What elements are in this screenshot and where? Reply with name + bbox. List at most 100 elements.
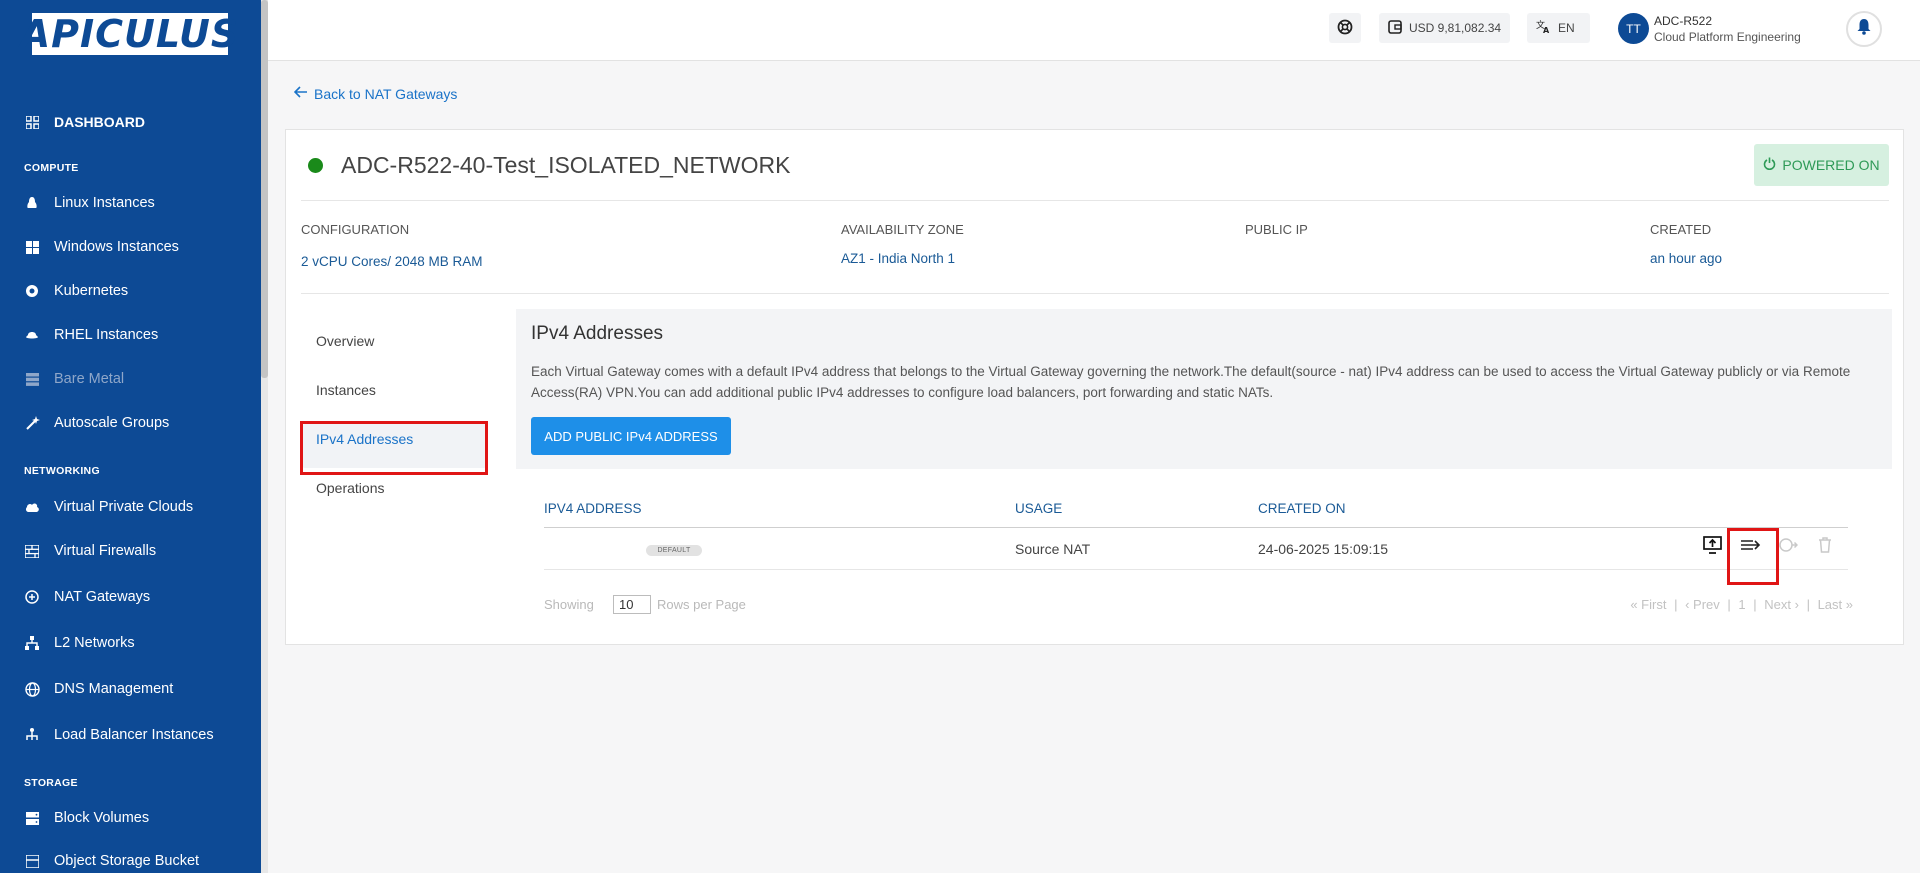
firewall-icon xyxy=(24,543,40,559)
divider xyxy=(301,200,1889,201)
wallet-icon xyxy=(1388,19,1402,37)
rows-per-page-input[interactable] xyxy=(613,595,651,614)
sidebar-item-label: Virtual Firewalls xyxy=(54,543,157,559)
section-compute: COMPUTE xyxy=(24,162,79,174)
wallet-balance-button[interactable]: USD 9,81,082.34 xyxy=(1379,13,1511,43)
sidebar-item-rhel-instances[interactable]: RHEL Instances xyxy=(24,327,158,343)
storage-icon xyxy=(24,810,40,826)
column-header-ipv4-address[interactable]: IPV4 ADDRESS xyxy=(544,501,642,516)
magic-wand-icon xyxy=(24,415,40,431)
section-storage: STORAGE xyxy=(24,777,78,789)
bucket-icon xyxy=(24,853,40,869)
rows-per-page-label: Rows per Page xyxy=(657,597,746,612)
linux-icon xyxy=(24,195,40,211)
table-header-divider xyxy=(544,527,1848,528)
rhel-icon xyxy=(24,327,40,343)
support-button[interactable] xyxy=(1329,13,1361,43)
availability-zone-value: AZ1 - India North 1 xyxy=(841,251,956,266)
sidebar-item-virtual-firewalls[interactable]: Virtual Firewalls xyxy=(24,543,156,559)
nat-icon xyxy=(24,589,40,605)
user-name[interactable]: ADC-R522 xyxy=(1654,14,1712,28)
logo-text: APICULUS xyxy=(20,12,240,56)
sidebar-item-label: Kubernetes xyxy=(54,283,129,299)
divider xyxy=(301,293,1889,294)
back-to-nat-gateways-link[interactable]: Back to NAT Gateways xyxy=(293,85,457,102)
sidebar-item-nat-gateways[interactable]: NAT Gateways xyxy=(24,589,150,605)
sidebar-item-label: Block Volumes xyxy=(54,810,150,826)
sidebar-scrollbar[interactable] xyxy=(261,0,268,873)
scrollbar-thumb[interactable] xyxy=(261,0,268,378)
next-page-button[interactable]: Next › xyxy=(1764,597,1799,612)
sidebar-item-kubernetes[interactable]: Kubernetes xyxy=(24,283,128,299)
panel-description: Each Virtual Gateway comes with a defaul… xyxy=(531,364,1851,400)
user-avatar[interactable]: TT xyxy=(1618,13,1649,44)
created-label: CREATED xyxy=(1650,222,1712,237)
current-page[interactable]: 1 xyxy=(1738,597,1745,612)
apiculus-logo[interactable]: APICULUS xyxy=(21,13,238,55)
circle-arrow-icon xyxy=(1778,537,1799,558)
configuration-label: CONFIGURATION xyxy=(301,222,410,237)
sidebar-item-object-storage-bucket[interactable]: Object Storage Bucket xyxy=(24,853,199,869)
delete-button[interactable] xyxy=(1813,535,1837,559)
sidebar-item-autoscale-groups[interactable]: Autoscale Groups xyxy=(24,415,169,431)
sidebar-item-bare-metal[interactable]: Bare Metal xyxy=(24,371,124,387)
sidebar-item-dns-management[interactable]: DNS Management xyxy=(24,681,173,697)
grid-icon xyxy=(24,114,40,130)
add-public-ipv4-button[interactable]: ADD PUBLIC IPv4 ADDRESS xyxy=(531,417,731,455)
nat-gateway-detail-card: ADC-R522-40-Test_ISOLATED_NETWORK POWERE… xyxy=(285,129,1904,645)
pager-separator: | xyxy=(1727,597,1731,612)
trash-icon xyxy=(1818,536,1832,558)
column-header-created-on[interactable]: CREATED ON xyxy=(1258,501,1346,516)
sidebar-item-label: Bare Metal xyxy=(54,371,125,387)
public-ip-label: PUBLIC IP xyxy=(1245,222,1308,237)
highlight-box-port-forwarding xyxy=(1727,528,1779,585)
cloud-icon xyxy=(24,499,40,515)
sidebar-item-label: Linux Instances xyxy=(54,195,155,211)
static-nat-button[interactable] xyxy=(1776,535,1800,559)
pager-separator: | xyxy=(1753,597,1757,612)
balance-text: USD 9,81,082.34 xyxy=(1409,21,1502,35)
column-header-usage[interactable]: USAGE xyxy=(1015,501,1062,516)
first-page-button[interactable]: « First xyxy=(1630,597,1666,612)
configuration-value: 2 vCPU Cores/ 2048 MB RAM xyxy=(301,254,483,269)
sidebar-item-load-balancer-instances[interactable]: Load Balancer Instances xyxy=(24,727,214,743)
bell-icon xyxy=(1856,18,1872,40)
sidebar-item-dashboard[interactable]: DASHBOARD xyxy=(24,114,145,130)
sidebar: APICULUS DASHBOARD COMPUTE Linux Instanc… xyxy=(0,0,261,873)
sidebar-item-label: NAT Gateways xyxy=(54,589,151,605)
sidebar-item-windows-instances[interactable]: Windows Instances xyxy=(24,239,179,255)
default-badge: DEFAULT xyxy=(646,545,702,556)
sidebar-item-l2-networks[interactable]: L2 Networks xyxy=(24,635,135,651)
assign-button[interactable] xyxy=(1700,535,1724,559)
top-header: USD 9,81,082.34 文A EN TT ADC-R522 Cloud … xyxy=(268,0,1920,61)
panel-title: IPv4 Addresses xyxy=(531,323,664,344)
language-text: EN xyxy=(1558,21,1575,35)
tab-overview[interactable]: Overview xyxy=(316,333,374,349)
sidebar-item-label: Object Storage Bucket xyxy=(54,853,200,869)
tab-operations[interactable]: Operations xyxy=(316,480,384,496)
prev-page-button[interactable]: ‹ Prev xyxy=(1685,597,1720,612)
power-status-text: POWERED ON xyxy=(1782,157,1880,173)
sidebar-item-label: DASHBOARD xyxy=(54,114,145,130)
sidebar-item-label: Load Balancer Instances xyxy=(54,727,214,743)
last-page-button[interactable]: Last » xyxy=(1818,597,1853,612)
tab-instances[interactable]: Instances xyxy=(316,382,376,398)
table-row-divider xyxy=(544,569,1848,570)
created-on-cell: 24-06-2025 15:09:15 xyxy=(1258,541,1388,557)
sidebar-item-linux-instances[interactable]: Linux Instances xyxy=(24,195,155,211)
language-button[interactable]: 文A EN xyxy=(1527,13,1590,43)
user-org: Cloud Platform Engineering xyxy=(1654,30,1801,44)
globe-icon xyxy=(24,681,40,697)
network-icon xyxy=(24,635,40,651)
sidebar-item-block-volumes[interactable]: Block Volumes xyxy=(24,810,149,826)
pager-separator: | xyxy=(1674,597,1678,612)
windows-icon xyxy=(24,239,40,255)
upload-screen-icon xyxy=(1702,535,1722,559)
sidebar-item-label: Windows Instances xyxy=(54,239,179,255)
sidebar-item-label: RHEL Instances xyxy=(54,327,159,343)
notifications-button[interactable] xyxy=(1846,11,1882,47)
power-icon xyxy=(1763,157,1776,173)
lifebuoy-icon xyxy=(1337,19,1353,38)
power-status-button[interactable]: POWERED ON xyxy=(1754,144,1889,186)
sidebar-item-virtual-private-clouds[interactable]: Virtual Private Clouds xyxy=(24,499,193,515)
